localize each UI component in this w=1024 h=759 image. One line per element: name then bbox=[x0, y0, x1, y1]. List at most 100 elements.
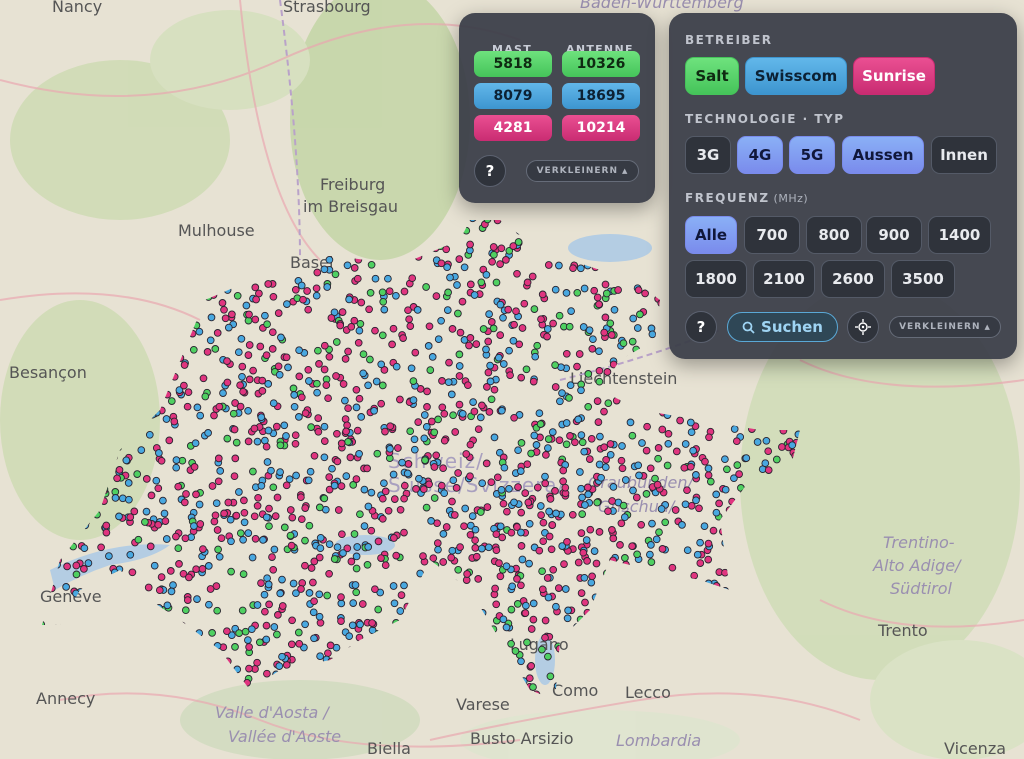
antenna-marker bbox=[705, 433, 713, 442]
antenna-marker bbox=[573, 362, 581, 371]
antenna-marker bbox=[160, 509, 169, 518]
freq-700-chip[interactable]: 700 bbox=[744, 216, 800, 254]
antenna-marker bbox=[245, 664, 253, 673]
locate-button[interactable] bbox=[847, 311, 879, 343]
antenna-marker bbox=[452, 484, 461, 492]
antenna-marker bbox=[250, 424, 259, 433]
tech-4g-chip[interactable]: 4G bbox=[737, 136, 783, 174]
antenna-marker bbox=[268, 328, 277, 337]
freq-1800-chip[interactable]: 1800 bbox=[685, 260, 747, 298]
antenna-marker bbox=[488, 257, 496, 266]
antenna-marker bbox=[483, 503, 492, 511]
antenna-marker bbox=[352, 552, 361, 561]
antenna-marker bbox=[588, 344, 597, 353]
antenna-marker bbox=[554, 584, 563, 592]
collapse-counts-button[interactable]: VERKLEINERN ▲ bbox=[526, 160, 639, 182]
antenna-marker bbox=[263, 320, 271, 329]
type-innen-chip[interactable]: Innen bbox=[931, 136, 997, 174]
antenna-marker bbox=[274, 611, 282, 619]
antenna-marker bbox=[353, 543, 362, 551]
antenna-marker bbox=[392, 362, 401, 371]
antenna-marker bbox=[440, 436, 449, 445]
freq-2600-chip[interactable]: 2600 bbox=[821, 260, 885, 298]
antenna-marker bbox=[445, 358, 453, 367]
antenna-marker bbox=[485, 408, 494, 416]
antenna-marker bbox=[415, 474, 423, 483]
antenna-marker bbox=[330, 481, 339, 490]
antenna-marker bbox=[593, 397, 602, 405]
antenna-marker bbox=[552, 602, 560, 611]
antenna-marker bbox=[633, 324, 642, 332]
antenna-marker bbox=[545, 507, 553, 516]
freq-alle-chip[interactable]: Alle bbox=[685, 216, 737, 254]
antenna-marker bbox=[364, 381, 372, 390]
antenna-marker bbox=[126, 550, 135, 559]
freq-3500-chip[interactable]: 3500 bbox=[891, 260, 955, 298]
antenna-marker bbox=[337, 617, 345, 625]
antenna-marker bbox=[563, 614, 572, 623]
antenna-marker bbox=[388, 340, 396, 349]
antenna-marker bbox=[400, 494, 408, 503]
antenna-marker bbox=[709, 526, 718, 535]
antenna-marker bbox=[525, 519, 534, 528]
antenna-marker bbox=[62, 583, 70, 591]
antenna-marker bbox=[400, 287, 409, 296]
antenna-marker bbox=[309, 578, 317, 587]
crosshair-icon bbox=[855, 319, 871, 335]
antenna-marker bbox=[559, 466, 568, 475]
antenna-marker bbox=[655, 528, 663, 537]
antenna-marker bbox=[367, 260, 376, 269]
operator-salt-chip[interactable]: Salt bbox=[685, 57, 739, 95]
antenna-marker bbox=[390, 534, 398, 542]
antenna-marker bbox=[590, 547, 599, 555]
antenna-marker bbox=[249, 467, 257, 476]
antenna-marker bbox=[269, 483, 278, 492]
antenna-marker bbox=[305, 521, 314, 530]
antenna-marker bbox=[344, 404, 352, 413]
antenna-marker bbox=[152, 476, 161, 485]
antenna-marker bbox=[517, 542, 526, 550]
antenna-marker bbox=[456, 328, 465, 337]
antenna-marker bbox=[278, 575, 286, 584]
search-button[interactable]: Suchen bbox=[727, 312, 838, 342]
antenna-marker bbox=[206, 336, 215, 345]
antenna-marker bbox=[377, 360, 386, 369]
antenna-marker bbox=[566, 381, 575, 390]
antenna-marker bbox=[245, 341, 254, 349]
antenna-marker bbox=[517, 657, 525, 666]
antenna-marker bbox=[595, 300, 603, 309]
freq-800-chip[interactable]: 800 bbox=[806, 216, 862, 254]
tech-5g-chip[interactable]: 5G bbox=[789, 136, 835, 174]
antenna-marker bbox=[443, 306, 452, 314]
antenna-marker bbox=[529, 683, 537, 691]
antenna-marker bbox=[496, 300, 505, 309]
operator-sunrise-chip[interactable]: Sunrise bbox=[853, 57, 935, 95]
antenna-marker bbox=[582, 536, 591, 544]
filter-help-button[interactable]: ? bbox=[685, 311, 717, 343]
antenna-marker bbox=[525, 559, 533, 568]
freq-900-chip[interactable]: 900 bbox=[866, 216, 922, 254]
tech-3g-chip[interactable]: 3G bbox=[685, 136, 731, 174]
type-aussen-chip[interactable]: Aussen bbox=[842, 136, 924, 174]
antenna-marker bbox=[422, 503, 431, 512]
antenna-marker bbox=[505, 346, 513, 355]
antenna-marker bbox=[301, 536, 309, 545]
antenna-marker bbox=[288, 616, 296, 625]
antenna-marker bbox=[204, 429, 212, 437]
antenna-marker bbox=[150, 561, 159, 570]
antenna-marker bbox=[257, 481, 266, 490]
antenna-marker bbox=[312, 284, 321, 293]
antenna-marker bbox=[241, 627, 250, 636]
antenna-marker bbox=[314, 346, 322, 355]
collapse-filters-button[interactable]: VERKLEINERN ▲ bbox=[889, 316, 1001, 338]
help-button[interactable]: ? bbox=[474, 155, 506, 187]
operator-swisscom-chip[interactable]: Swisscom bbox=[745, 57, 847, 95]
freq-2100-chip[interactable]: 2100 bbox=[753, 260, 815, 298]
antenna-marker bbox=[543, 325, 552, 333]
antenna-marker bbox=[238, 372, 246, 381]
antenna-marker bbox=[310, 597, 318, 606]
freq-1400-chip[interactable]: 1400 bbox=[928, 216, 991, 254]
antenna-marker bbox=[218, 299, 227, 307]
antenna-marker bbox=[328, 464, 336, 473]
antenna-marker bbox=[345, 632, 354, 641]
